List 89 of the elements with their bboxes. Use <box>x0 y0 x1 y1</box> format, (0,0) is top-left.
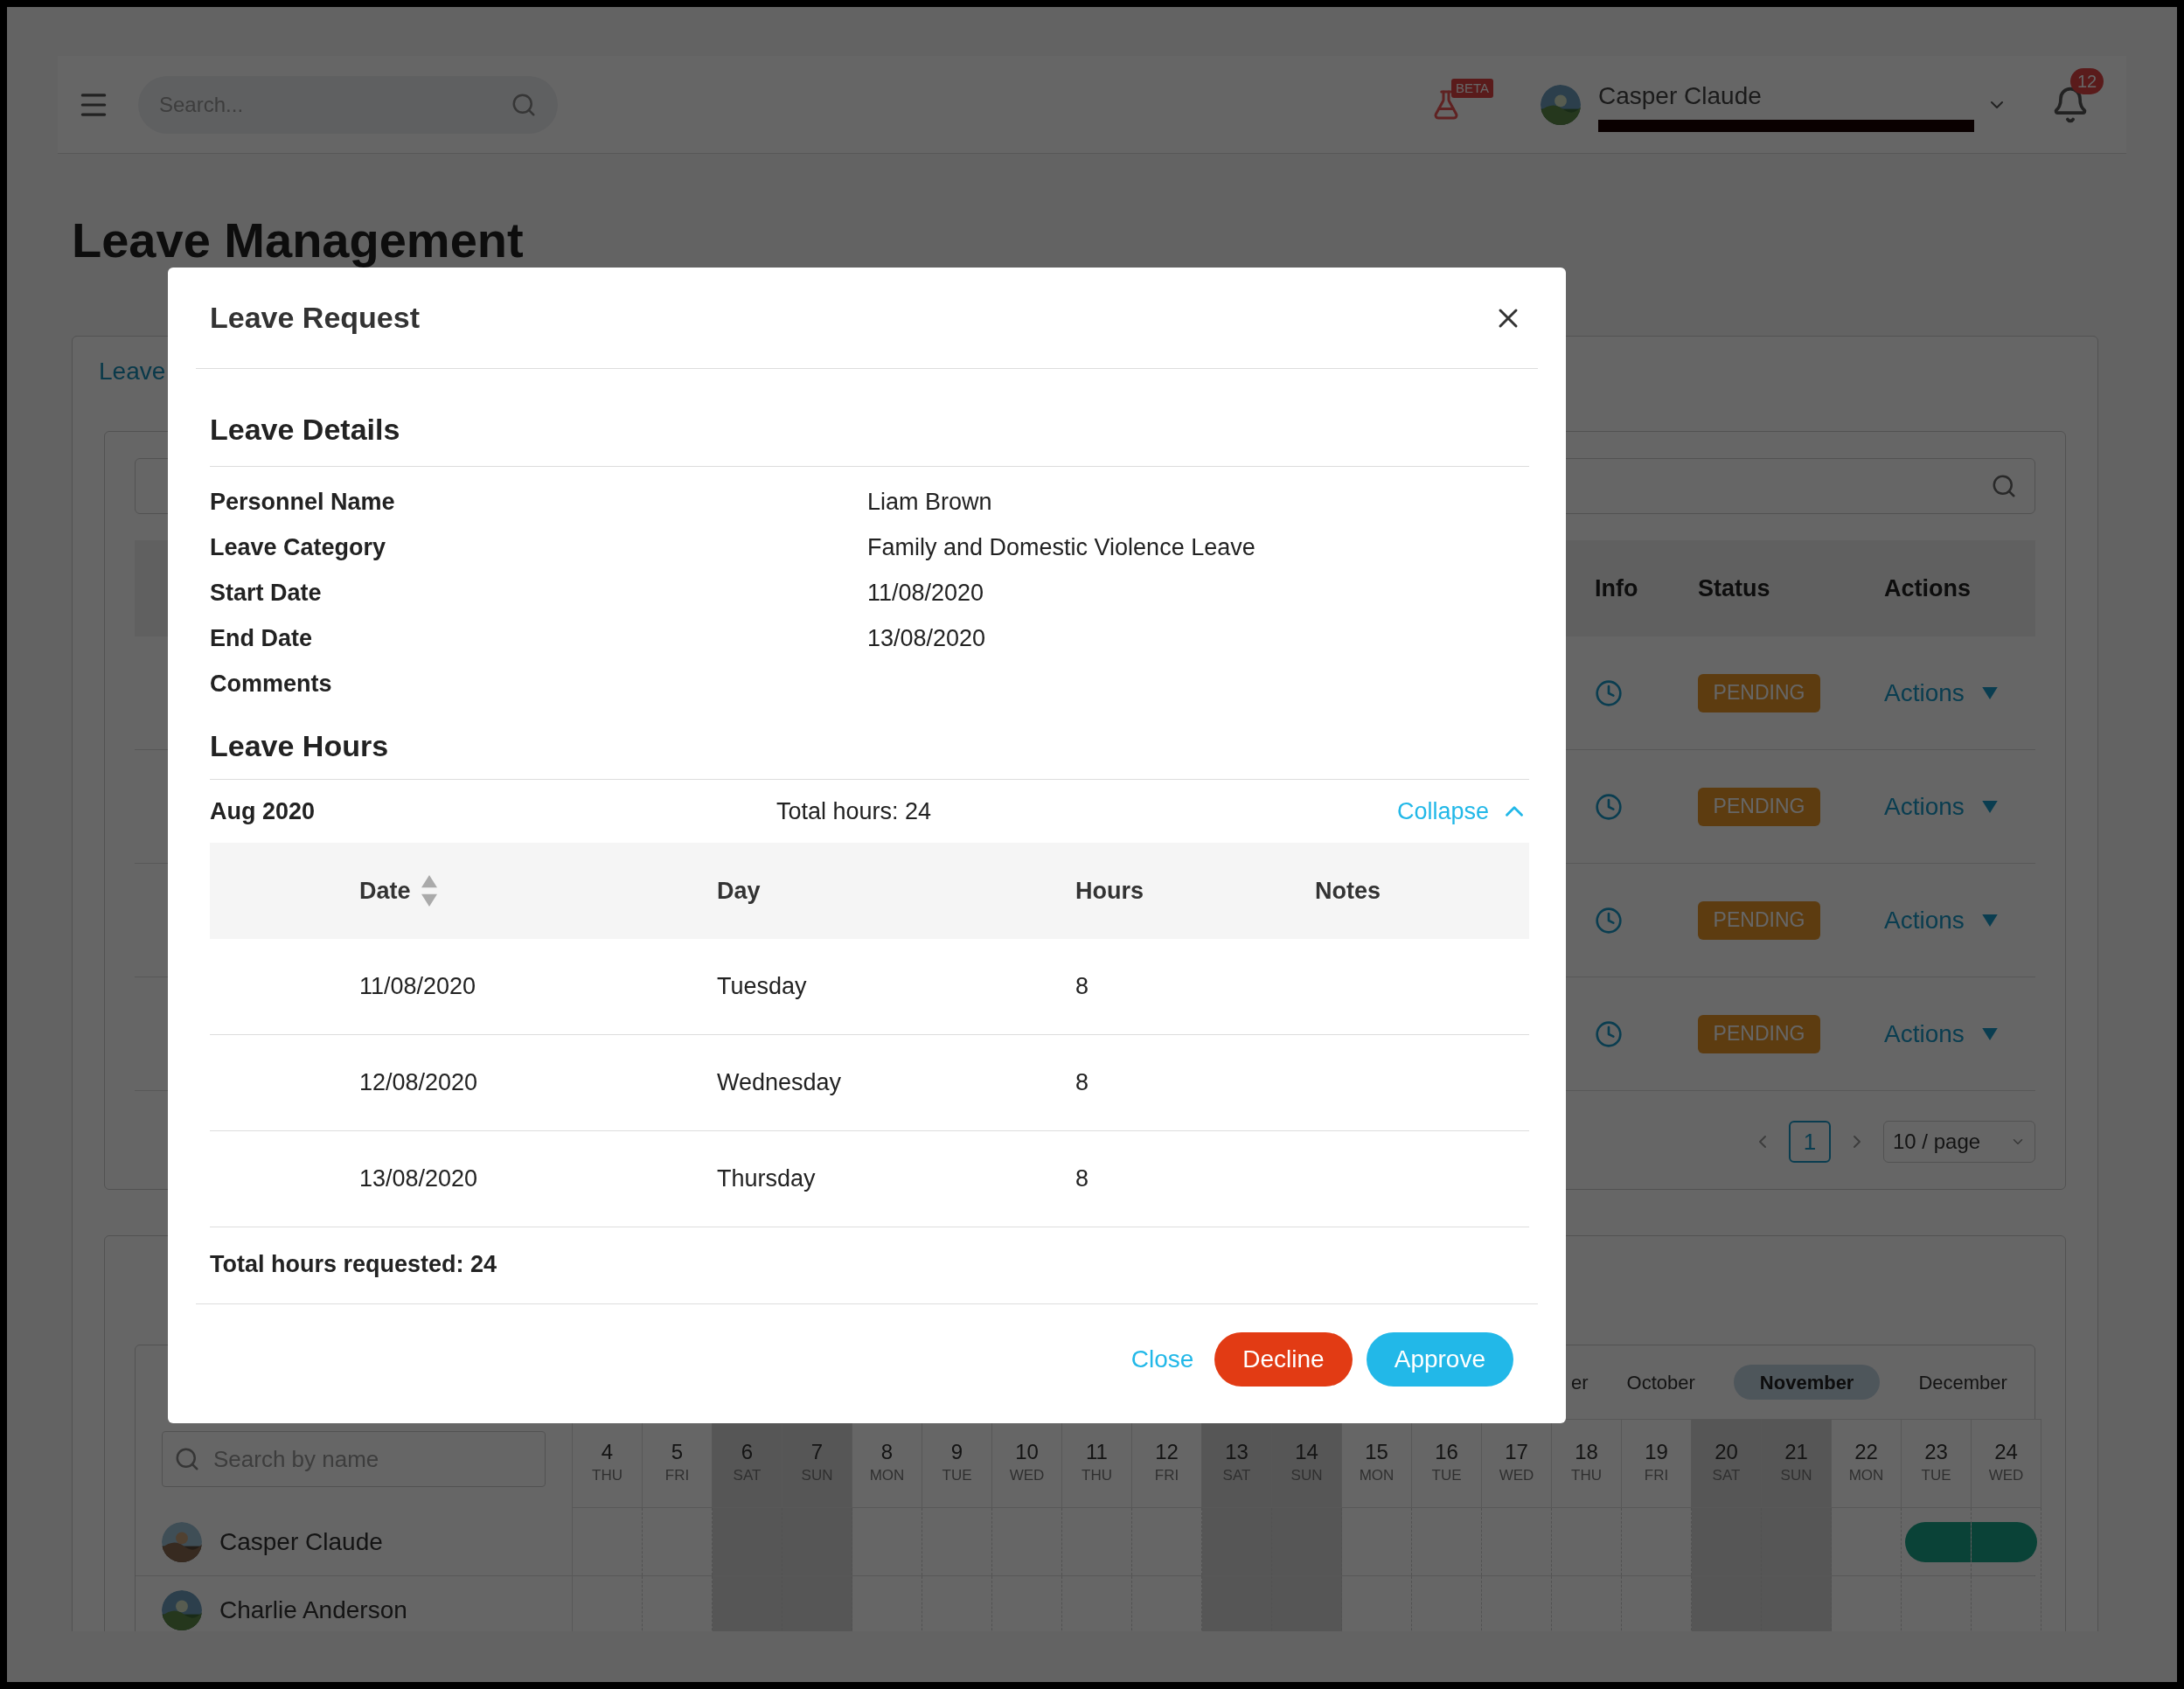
day-number: 20 <box>1715 1440 1738 1465</box>
clock-icon[interactable] <box>1595 792 1623 821</box>
day-number: 4 <box>601 1440 614 1465</box>
beta-badge: BETA <box>1451 78 1494 98</box>
detail-label: End Date <box>210 623 314 653</box>
detail-label: Start Date <box>210 578 323 608</box>
person-name: Charlie Anderson <box>219 1595 407 1625</box>
table-cell-text: 13/08/2020 <box>359 1164 479 1194</box>
status-badge: PENDING <box>1698 787 1820 826</box>
month-tab[interactable]: December <box>1918 1365 2007 1400</box>
day-number: 6 <box>741 1440 754 1465</box>
user-name: Casper Claude <box>1598 80 1763 111</box>
table-cell-text: Thursday <box>717 1164 817 1194</box>
day-number: 22 <box>1854 1440 1878 1465</box>
day-number: 12 <box>1155 1440 1179 1465</box>
day-number: 17 <box>1505 1440 1528 1465</box>
day-number: 18 <box>1575 1440 1598 1465</box>
total-hours: Total hours: 24 <box>776 796 932 826</box>
day-number: 15 <box>1365 1440 1388 1465</box>
day-number: 9 <box>950 1440 963 1465</box>
month-tab[interactable]: er <box>1571 1365 1589 1400</box>
section-heading: Leave Hours <box>210 729 389 762</box>
column-header: Info <box>1595 573 1639 603</box>
detail-label: Comments <box>210 669 333 699</box>
day-number: 23 <box>1924 1440 1948 1465</box>
leave-bar[interactable] <box>1905 1521 1971 1562</box>
leave-bar[interactable] <box>1972 1521 2037 1562</box>
status-badge: PENDING <box>1698 900 1820 940</box>
actions-dropdown[interactable]: Actions <box>1884 788 1998 825</box>
person-name: Casper Claude <box>219 1526 383 1557</box>
search-icon <box>174 1446 200 1472</box>
clock-icon[interactable] <box>1595 678 1623 707</box>
close-link[interactable]: Close <box>1123 1331 1201 1387</box>
page-size-select[interactable]: 10 / page <box>1883 1121 2035 1163</box>
notification-badge: 12 <box>2070 67 2104 94</box>
column-header: Notes <box>1315 876 1381 906</box>
table-cell-text: 11/08/2020 <box>359 972 477 1002</box>
table-cell-text: 8 <box>1075 1164 1090 1194</box>
table-cell-text: Wednesday <box>717 1068 843 1098</box>
section-heading: Leave Details <box>210 413 400 446</box>
detail-value: Family and Domestic Violence Leave <box>867 532 1255 562</box>
column-header: Day <box>717 876 761 906</box>
detail-label: Personnel Name <box>210 487 396 517</box>
day-number: 8 <box>880 1440 894 1465</box>
actions-dropdown[interactable]: Actions <box>1884 901 1998 939</box>
day-number: 5 <box>671 1440 684 1465</box>
day-number: 7 <box>810 1440 824 1465</box>
actions-dropdown[interactable]: Actions <box>1884 674 1998 712</box>
column-header: Status <box>1698 573 1771 603</box>
clock-icon[interactable] <box>1595 906 1623 935</box>
dialog-title: Leave Request <box>210 300 420 336</box>
detail-label: Leave Category <box>210 532 387 562</box>
column-header[interactable]: Date <box>359 872 411 909</box>
column-header: Hours <box>1075 876 1144 906</box>
caret-icon <box>1981 1027 1998 1040</box>
decline-button[interactable]: Decline <box>1214 1331 1353 1387</box>
status-badge: PENDING <box>1698 673 1820 712</box>
approve-button[interactable]: Approve <box>1366 1331 1513 1387</box>
table-cell-text: 8 <box>1075 1068 1090 1098</box>
detail-value: 11/08/2020 <box>867 578 984 608</box>
table-cell-text: 12/08/2020 <box>359 1068 479 1098</box>
tab[interactable]: Leave <box>99 353 166 390</box>
search-icon[interactable] <box>1991 473 2017 499</box>
day-number: 21 <box>1784 1440 1808 1465</box>
day-number: 11 <box>1086 1440 1108 1465</box>
table-cell-text: 8 <box>1075 972 1090 1002</box>
caret-icon <box>1981 800 1998 813</box>
table-cell-text: Tuesday <box>717 972 808 1002</box>
caret-icon <box>1981 914 1998 927</box>
month-label: Aug 2020 <box>210 796 316 826</box>
total-requested: Total hours requested: 24 <box>210 1250 498 1279</box>
column-header: Actions <box>1884 573 1972 603</box>
detail-value: Liam Brown <box>867 487 992 517</box>
page-title: Leave Management <box>72 212 525 269</box>
actions-dropdown[interactable]: Actions <box>1884 1015 1998 1053</box>
day-number: 13 <box>1225 1440 1248 1465</box>
detail-value: 13/08/2020 <box>867 623 986 653</box>
month-tab[interactable]: October <box>1626 1365 1695 1400</box>
clock-icon[interactable] <box>1595 1019 1623 1048</box>
status-badge: PENDING <box>1698 1014 1820 1053</box>
month-tab[interactable]: November <box>1733 1365 1881 1400</box>
day-number: 24 <box>1994 1440 2018 1465</box>
day-number: 10 <box>1015 1440 1039 1465</box>
day-number: 14 <box>1295 1440 1318 1465</box>
page-button[interactable]: 1 <box>1789 1121 1831 1163</box>
day-number: 16 <box>1435 1440 1458 1465</box>
collapse-toggle[interactable]: Collapse <box>1396 793 1529 830</box>
caret-icon <box>1981 686 1998 699</box>
day-number: 19 <box>1645 1440 1668 1465</box>
